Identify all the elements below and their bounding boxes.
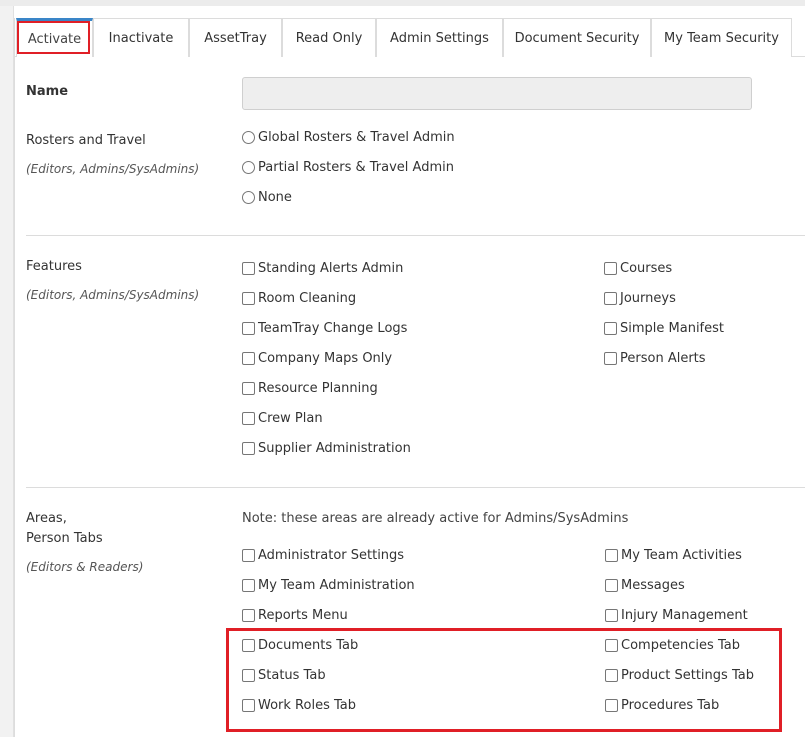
checkbox-icon[interactable] xyxy=(605,549,618,562)
top-bar xyxy=(0,0,805,6)
radio-global-rosters[interactable]: Global Rosters & Travel Admin xyxy=(242,130,455,145)
section-divider xyxy=(26,235,805,236)
radio-none[interactable]: None xyxy=(242,190,292,205)
checkbox-administrator-settings[interactable]: Administrator Settings xyxy=(242,548,404,563)
tab-inactivate[interactable]: Inactivate xyxy=(93,18,189,57)
features-label: Features xyxy=(26,259,82,274)
checkbox-icon[interactable] xyxy=(242,292,255,305)
checkbox-resource-planning[interactable]: Resource Planning xyxy=(242,381,378,396)
radio-circle-icon[interactable] xyxy=(242,131,255,144)
checkbox-reports-menu[interactable]: Reports Menu xyxy=(242,608,348,623)
radio-circle-icon[interactable] xyxy=(242,191,255,204)
tab-my-team-security[interactable]: My Team Security xyxy=(651,18,792,57)
rosters-label: Rosters and Travel xyxy=(26,133,146,148)
checkbox-simple-manifest[interactable]: Simple Manifest xyxy=(604,321,724,336)
checkbox-icon[interactable] xyxy=(604,262,617,275)
radio-partial-rosters[interactable]: Partial Rosters & Travel Admin xyxy=(242,160,454,175)
highlight-box-activate-tab xyxy=(17,21,90,54)
checkbox-teamtray-change-logs[interactable]: TeamTray Change Logs xyxy=(242,321,407,336)
checkbox-icon[interactable] xyxy=(242,549,255,562)
checkbox-my-team-activities[interactable]: My Team Activities xyxy=(605,548,742,563)
rosters-sublabel: (Editors, Admins/SysAdmins) xyxy=(26,162,200,176)
checkbox-icon[interactable] xyxy=(242,412,255,425)
name-input[interactable] xyxy=(242,77,752,110)
checkbox-company-maps-only[interactable]: Company Maps Only xyxy=(242,351,392,366)
tab-assettray[interactable]: AssetTray xyxy=(189,18,282,57)
checkbox-supplier-administration[interactable]: Supplier Administration xyxy=(242,441,411,456)
checkbox-injury-management[interactable]: Injury Management xyxy=(605,608,748,623)
checkbox-journeys[interactable]: Journeys xyxy=(604,291,676,306)
checkbox-icon[interactable] xyxy=(242,352,255,365)
features-sublabel: (Editors, Admins/SysAdmins) xyxy=(26,288,200,302)
areas-sublabel: (Editors & Readers) xyxy=(26,560,144,574)
tab-read-only[interactable]: Read Only xyxy=(282,18,376,57)
checkbox-icon[interactable] xyxy=(242,579,255,592)
checkbox-icon[interactable] xyxy=(605,579,618,592)
name-label: Name xyxy=(26,84,69,99)
person-tabs-label: Person Tabs xyxy=(26,531,103,546)
highlight-box-person-tabs xyxy=(226,628,782,732)
checkbox-icon[interactable] xyxy=(604,352,617,365)
checkbox-crew-plan[interactable]: Crew Plan xyxy=(242,411,323,426)
checkbox-room-cleaning[interactable]: Room Cleaning xyxy=(242,291,356,306)
areas-label: Areas, xyxy=(26,511,67,526)
checkbox-my-team-administration[interactable]: My Team Administration xyxy=(242,578,415,593)
radio-circle-icon[interactable] xyxy=(242,161,255,174)
checkbox-icon[interactable] xyxy=(604,322,617,335)
checkbox-standing-alerts-admin[interactable]: Standing Alerts Admin xyxy=(242,261,403,276)
section-divider xyxy=(26,487,805,488)
checkbox-icon[interactable] xyxy=(242,322,255,335)
checkbox-icon[interactable] xyxy=(242,442,255,455)
checkbox-messages[interactable]: Messages xyxy=(605,578,685,593)
checkbox-icon[interactable] xyxy=(242,262,255,275)
checkbox-courses[interactable]: Courses xyxy=(604,261,672,276)
left-edge xyxy=(0,6,14,737)
checkbox-icon[interactable] xyxy=(605,609,618,622)
tab-document-security[interactable]: Document Security xyxy=(503,18,651,57)
checkbox-icon[interactable] xyxy=(604,292,617,305)
checkbox-icon[interactable] xyxy=(242,382,255,395)
checkbox-icon[interactable] xyxy=(242,609,255,622)
checkbox-person-alerts[interactable]: Person Alerts xyxy=(604,351,706,366)
areas-note: Note: these areas are already active for… xyxy=(242,511,629,526)
tab-admin-settings[interactable]: Admin Settings xyxy=(376,18,503,57)
